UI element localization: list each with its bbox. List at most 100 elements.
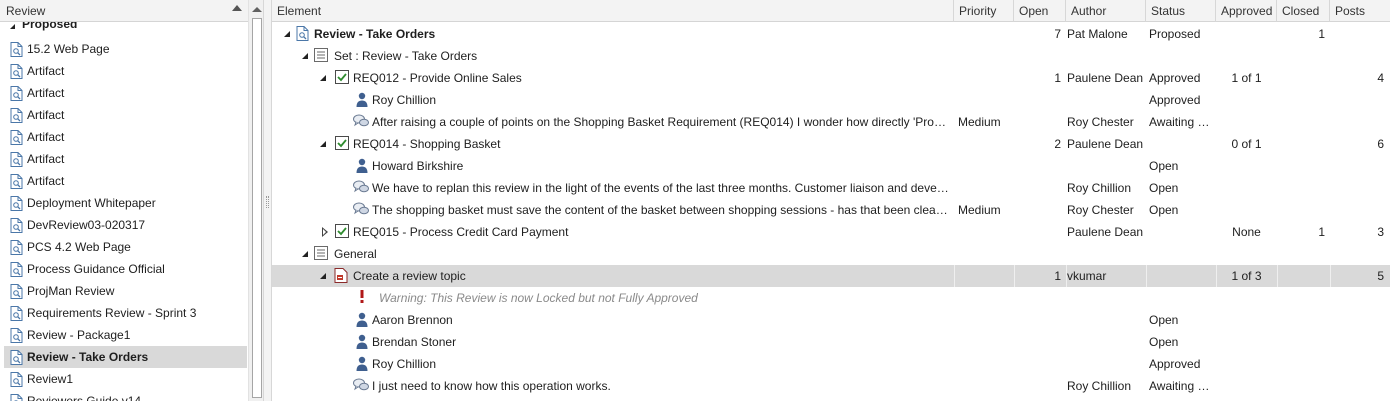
review-list-item-label: Requirements Review - Sprint 3 — [27, 306, 197, 320]
review-list-item-label: 15.2 Web Page — [27, 42, 110, 56]
review-list-item[interactable]: Review1 — [4, 368, 247, 390]
review-list-item[interactable]: Artifact — [4, 126, 247, 148]
collapse-icon[interactable] — [302, 53, 308, 59]
review-list-item[interactable]: ProjMan Review — [4, 280, 247, 302]
grid-row[interactable]: I just need to know how this operation w… — [272, 375, 1390, 397]
column-separator — [1146, 265, 1147, 287]
splitter-grip-icon[interactable] — [266, 196, 269, 208]
approved-cell: 0 of 1 — [1231, 137, 1262, 151]
review-list-item[interactable]: Deployment Whitepaper — [4, 192, 247, 214]
review-list-item[interactable]: Artifact — [4, 170, 247, 192]
grid-row[interactable]: After raising a couple of points on the … — [272, 111, 1390, 133]
review-list-item[interactable]: 15.2 Web Page — [4, 38, 247, 60]
person-icon — [356, 356, 368, 374]
grid-row[interactable]: We have to replan this review in the lig… — [272, 177, 1390, 199]
scroll-up-icon[interactable] — [252, 7, 262, 12]
expand-icon[interactable] — [322, 227, 328, 237]
review-list-item-label: DevReview03-020317 — [27, 218, 146, 232]
column-header-author[interactable]: Author — [1066, 0, 1146, 22]
grid-row[interactable]: REQ014 - Shopping Basket 2 Paulene Dean 0 o… — [272, 133, 1390, 155]
sort-ascending-icon[interactable] — [232, 5, 242, 11]
review-list-item[interactable]: Process Guidance Official — [4, 258, 247, 280]
element-cell: We have to replan this review in the lig… — [372, 181, 950, 195]
grid-row[interactable]: Roy Chillion Approved — [272, 89, 1390, 111]
review-list-item[interactable]: Review - Take Orders — [4, 346, 247, 368]
review-document-icon — [10, 108, 23, 126]
column-header-closed[interactable]: Closed — [1277, 0, 1330, 22]
review-list-item[interactable]: Artifact — [4, 148, 247, 170]
column-header-status[interactable]: Status — [1146, 0, 1216, 22]
warning-icon — [359, 290, 365, 306]
grid-row[interactable]: Aaron Brennon Open — [272, 309, 1390, 331]
status-cell: Open — [1149, 313, 1179, 327]
status-cell: Proposed — [1149, 27, 1201, 41]
review-list-header[interactable]: Review — [0, 0, 248, 22]
column-header-open[interactable]: Open — [1014, 0, 1066, 22]
scrollbar-thumb[interactable] — [252, 18, 262, 398]
grid-row[interactable]: Roy Chillion Approved — [272, 353, 1390, 375]
collapse-icon[interactable] — [10, 24, 15, 29]
column-header-priority[interactable]: Priority — [954, 0, 1014, 22]
open-count-cell: 1 — [1054, 71, 1061, 85]
group-proposed[interactable]: Proposed — [0, 22, 248, 35]
review-list-item[interactable]: Artifact — [4, 60, 247, 82]
requirement-check-icon — [335, 136, 349, 153]
column-header-posts[interactable]: Posts — [1330, 0, 1390, 22]
element-cell: Set : Review - Take Orders — [334, 49, 478, 63]
review-document-icon — [10, 328, 23, 346]
review-list-scrollbar[interactable] — [248, 0, 263, 401]
review-list-item[interactable]: Artifact — [4, 82, 247, 104]
grid-row[interactable]: The shopping basket must save the conten… — [272, 199, 1390, 221]
review-topic-icon — [334, 268, 348, 286]
collapse-icon[interactable] — [284, 31, 290, 37]
author-cell: Paulene Dean — [1067, 71, 1144, 85]
review-list-item[interactable]: PCS 4.2 Web Page — [4, 236, 247, 258]
review-list-item-label: Process Guidance Official — [27, 262, 165, 276]
status-cell: Approved — [1149, 71, 1201, 85]
review-column-title: Review — [6, 4, 46, 18]
set-list-icon — [314, 246, 328, 263]
grid-row[interactable]: Create a review topic 1 vkumar 1 of 3 5 — [272, 265, 1390, 287]
grid-row[interactable]: Howard Birkshire Open — [272, 155, 1390, 177]
review-document-icon — [10, 42, 23, 60]
review-list-item-label: PCS 4.2 Web Page — [27, 240, 131, 254]
review-list-item[interactable]: Requirements Review - Sprint 3 — [4, 302, 247, 324]
review-list-item-label: Reviewers Guide v14 — [27, 394, 142, 401]
element-cell: REQ012 - Provide Online Sales — [353, 71, 522, 85]
review-list-item-label: ProjMan Review — [27, 284, 115, 298]
review-list-item[interactable]: Reviewers Guide v14 — [4, 390, 247, 401]
approved-cell: None — [1232, 225, 1261, 239]
set-list-icon — [314, 48, 328, 65]
requirement-check-icon — [335, 70, 349, 87]
grid-row[interactable]: General — [272, 243, 1390, 265]
review-list-item[interactable]: DevReview03-020317 — [4, 214, 247, 236]
discussion-icon — [353, 378, 369, 395]
collapse-icon[interactable] — [320, 273, 326, 279]
element-cell: Howard Birkshire — [372, 159, 464, 173]
grid-row[interactable]: REQ012 - Provide Online Sales 1 Paulene De… — [272, 67, 1390, 89]
element-cell: General — [334, 247, 377, 261]
grid-row[interactable]: Brendan Stoner Open — [272, 331, 1390, 353]
column-separator — [954, 265, 955, 287]
review-document-icon — [10, 86, 23, 104]
collapse-icon[interactable] — [320, 75, 326, 81]
review-list-item[interactable]: Artifact — [4, 104, 247, 126]
grid-row[interactable]: REQ015 - Process Credit Card Payment Paul… — [272, 221, 1390, 243]
column-header-element[interactable]: Element — [272, 0, 954, 22]
grid-row[interactable]: Set : Review - Take Orders — [272, 45, 1390, 67]
collapse-icon[interactable] — [302, 251, 308, 257]
column-header-approved[interactable]: Approved — [1216, 0, 1277, 22]
grid-row[interactable]: Warning: This Review is now Locked but n… — [272, 287, 1390, 309]
status-cell: Awaiting Response — [1149, 115, 1211, 129]
review-document-icon — [10, 350, 23, 368]
author-cell: Roy Chillion — [1067, 181, 1132, 195]
status-cell: Approved — [1149, 357, 1201, 371]
pane-splitter[interactable] — [264, 0, 272, 401]
review-list-item-label: Artifact — [27, 152, 65, 166]
review-list-item[interactable]: Review - Package1 — [4, 324, 247, 346]
element-cell: Brendan Stoner — [372, 335, 457, 349]
grid-row[interactable]: Review - Take Orders 7 Pat Malone Proposed 1 — [272, 23, 1390, 45]
approved-cell: 1 of 3 — [1231, 269, 1262, 283]
collapse-icon[interactable] — [320, 141, 326, 147]
review-list-item-label: Review - Package1 — [27, 328, 131, 342]
